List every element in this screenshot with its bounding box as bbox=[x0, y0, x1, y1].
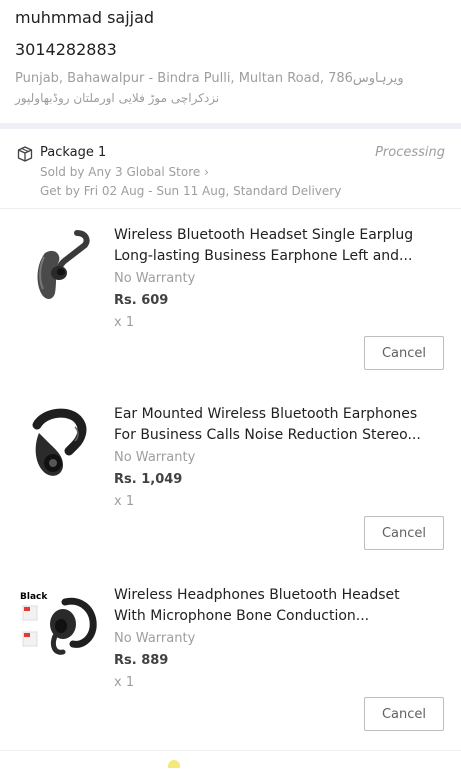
recipient-name: muhmmad sajjad bbox=[15, 8, 155, 27]
product-quantity: x 1 bbox=[114, 675, 135, 690]
address-line-2: نزدکراچی موڑ فلایی اورملتان روڈبھاولپور bbox=[15, 91, 220, 105]
warranty-text: No Warranty bbox=[114, 271, 196, 286]
product-image[interactable] bbox=[15, 223, 101, 309]
recipient-phone: 3014282883 bbox=[15, 40, 117, 59]
product-title[interactable]: Wireless Bluetooth Headset Single Earplu… bbox=[114, 225, 434, 267]
seller-link[interactable]: Sold by Any 3 Global Store › bbox=[40, 165, 209, 179]
product-quantity: x 1 bbox=[114, 315, 135, 330]
package-box-icon bbox=[17, 146, 33, 162]
package-status: Processing bbox=[375, 145, 445, 160]
product-title[interactable]: Ear Mounted Wireless Bluetooth Earphones… bbox=[114, 404, 434, 446]
package-title: Package 1 bbox=[40, 145, 107, 160]
order-item: Ear Mounted Wireless Bluetooth Earphones… bbox=[0, 389, 461, 569]
warranty-text: No Warranty bbox=[114, 450, 196, 465]
product-title-line-2: Long-lasting Business Earphone Left and.… bbox=[114, 248, 413, 264]
product-title-line-2: With Microphone Bone Conduction... bbox=[114, 608, 370, 624]
order-item: Black Wireless Headphones Bluetooth Head… bbox=[0, 570, 461, 750]
order-item: Wireless Bluetooth Headset Single Earplu… bbox=[0, 209, 461, 389]
shipping-address: muhmmad sajjad 3014282883 Punjab, Bahawa… bbox=[0, 0, 461, 123]
seller-label: Sold by Any 3 Global Store bbox=[40, 165, 201, 179]
product-price: Rs. 1,049 bbox=[114, 472, 183, 487]
cancel-button[interactable]: Cancel bbox=[364, 697, 444, 731]
delivery-estimate: Get by Fri 02 Aug - Sun 11 Aug, Standard… bbox=[40, 184, 342, 198]
color-label: Black bbox=[20, 592, 48, 602]
partial-icon bbox=[168, 760, 180, 768]
product-title[interactable]: Wireless Headphones Bluetooth Headset Wi… bbox=[114, 585, 434, 627]
cancel-button[interactable]: Cancel bbox=[364, 336, 444, 370]
product-title-line-1: Wireless Headphones Bluetooth Headset bbox=[114, 587, 400, 603]
package-header: Package 1 Processing Sold by Any 3 Globa… bbox=[0, 129, 461, 207]
product-price: Rs. 609 bbox=[114, 293, 169, 308]
bottom-divider bbox=[0, 750, 461, 769]
chevron-right-icon: › bbox=[204, 165, 209, 179]
product-title-line-1: Ear Mounted Wireless Bluetooth Earphones bbox=[114, 406, 418, 422]
product-quantity: x 1 bbox=[114, 494, 135, 509]
cancel-button[interactable]: Cancel bbox=[364, 516, 444, 550]
warranty-text: No Warranty bbox=[114, 631, 196, 646]
product-image[interactable] bbox=[15, 403, 101, 489]
address-line-1: Punjab, Bahawalpur - Bindra Pulli, Multa… bbox=[15, 71, 404, 86]
product-title-line-1: Wireless Bluetooth Headset Single Earplu… bbox=[114, 227, 414, 243]
product-title-line-2: For Business Calls Noise Reduction Stere… bbox=[114, 427, 421, 443]
product-price: Rs. 889 bbox=[114, 653, 169, 668]
